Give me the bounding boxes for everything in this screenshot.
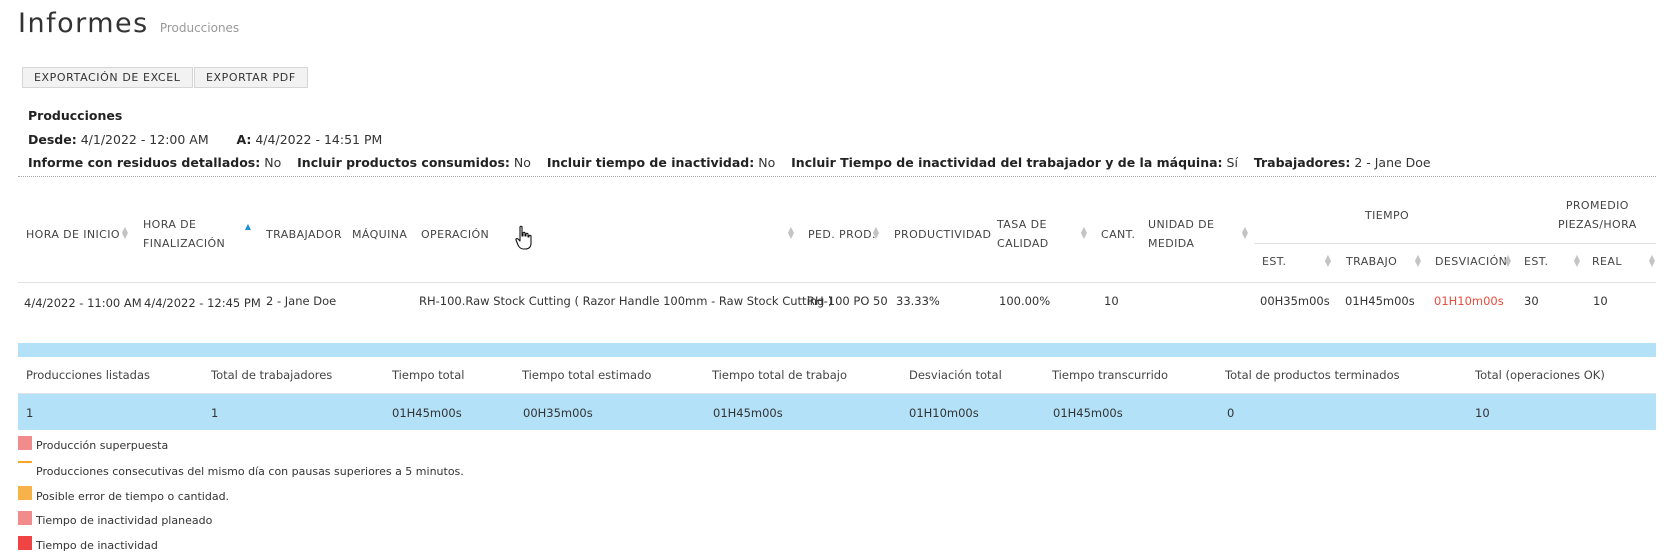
summary-header: Tiempo total estimado (522, 368, 652, 382)
cell-end: 4/4/2022 - 12:45 PM (144, 296, 261, 310)
legend-label: Tiempo de inactividad planeado (36, 514, 213, 527)
filter-label: Informe con residuos detallados: (28, 155, 261, 170)
summary-header: Total de trabajadores (211, 368, 333, 382)
summary-value: 1 (211, 406, 219, 420)
legend-label: Producción superpuesta (36, 439, 169, 452)
cell-quality: 100.00% (999, 294, 1051, 308)
page-header: Informes Producciones (18, 8, 239, 39)
cell-time-dev: 01H10m00s (1434, 294, 1504, 308)
legend-label: Producciones consecutivas del mismo día … (36, 465, 464, 478)
sort-icon[interactable]: ▲ ▼ (872, 226, 880, 240)
filter-value: No (264, 155, 282, 170)
export-excel-button[interactable]: EXPORTACIÓN DE EXCEL (22, 67, 193, 88)
summary-header: Producciones listadas (26, 368, 150, 382)
summary-value: 01H45m00s (392, 406, 462, 420)
summary-header: Desviación total (909, 368, 1002, 382)
hand-cursor-icon (515, 225, 532, 250)
legend-label: Posible error de tiempo o cantidad. (36, 490, 230, 503)
cell-avg-est: 30 (1524, 294, 1539, 308)
cell-productivity: 33.33% (896, 294, 940, 308)
col-header-avg-est[interactable]: EST. (1524, 252, 1548, 271)
sort-asc-icon[interactable]: ▲ (244, 223, 252, 231)
export-pdf-button[interactable]: EXPORTAR PDF (194, 67, 308, 88)
col-header-productivity[interactable]: PRODUCTIVIDAD (894, 225, 991, 244)
from-value: 4/1/2022 - 12:00 AM (80, 132, 209, 147)
col-group-time: TIEMPO (1365, 209, 1410, 222)
col-header-order[interactable]: PED. PROD. (808, 225, 876, 244)
cell-qty: 10 (1104, 294, 1119, 308)
legend-swatch-idle (18, 536, 32, 550)
filter-label: Incluir Tiempo de inactividad del trabaj… (791, 155, 1223, 170)
cell-operation: RH-100.Raw Stock Cutting ( Razor Handle … (419, 294, 833, 308)
header-bottom-border (18, 282, 1656, 283)
summary-value: 01H45m00s (1053, 406, 1123, 420)
col-group-avg: PROMEDIO PIEZAS/HORA (1558, 199, 1637, 231)
legend-swatch-error (18, 486, 32, 500)
summary-separator (18, 343, 1656, 357)
filter-label: Incluir productos consumidos: (297, 155, 510, 170)
legend-label: Tiempo de inactividad (36, 539, 158, 552)
summary-value: 10 (1475, 406, 1490, 420)
summary-value: 0 (1227, 406, 1235, 420)
col-header-operation[interactable]: OPERACIÓN (421, 225, 489, 244)
col-header-time-est[interactable]: EST. (1262, 252, 1286, 271)
filter-label: Incluir tiempo de inactividad: (546, 155, 755, 170)
to-value: 4/4/2022 - 14:51 PM (255, 132, 383, 147)
summary-value: 01H10m00s (909, 406, 979, 420)
summary-header: Total (operaciones OK) (1475, 368, 1605, 382)
page-title: Informes (18, 8, 149, 39)
col-header-unit[interactable]: UNIDAD DE MEDIDA (1148, 215, 1214, 253)
filter-value: 2 - Jane Doe (1354, 155, 1431, 170)
sort-icon[interactable]: ▲ ▼ (121, 226, 129, 240)
summary-header: Tiempo total (392, 368, 465, 382)
cell-worker: 2 - Jane Doe (266, 294, 337, 308)
col-header-time-work[interactable]: TRABAJO (1346, 252, 1397, 271)
legend-swatch-overlap (18, 436, 32, 450)
cell-start: 4/4/2022 - 11:00 AM (24, 296, 142, 310)
filter-value: No (513, 155, 531, 170)
summary-value: 1 (26, 406, 34, 420)
sort-icon[interactable]: ▲ ▼ (787, 226, 795, 240)
col-header-time-dev[interactable]: DESVIACIÓN (1435, 252, 1507, 271)
summary-row (18, 394, 1656, 430)
filter-value: Sí (1226, 155, 1238, 170)
cell-avg-real: 10 (1593, 294, 1608, 308)
from-label: Desde: (28, 132, 77, 147)
col-header-avg-real[interactable]: REAL (1592, 252, 1622, 271)
summary-header: Tiempo transcurrido (1052, 368, 1169, 382)
col-header-end[interactable]: HORA DE FINALIZACIÓN (143, 215, 225, 253)
page-subtitle: Producciones (159, 21, 240, 35)
divider (18, 176, 1656, 177)
to-label: A: (236, 132, 252, 147)
summary-header: Tiempo total de trabajo (712, 368, 847, 382)
cell-time-work: 01H45m00s (1345, 294, 1415, 308)
sort-icon[interactable]: ▲ ▼ (1241, 226, 1249, 240)
col-header-machine[interactable]: MÁQUINA (352, 225, 407, 244)
summary-value: 00H35m00s (523, 406, 593, 420)
sort-icon[interactable]: ▲ ▼ (1504, 254, 1512, 268)
group-divider (1254, 243, 1656, 244)
col-header-quality[interactable]: TASA DE CALIDAD (997, 215, 1049, 253)
filter-label: Trabajadores: (1253, 155, 1351, 170)
sort-icon[interactable]: ▲ ▼ (1414, 254, 1422, 268)
col-header-start[interactable]: HORA DE INICIO (26, 225, 120, 244)
cell-order: RH-100 PO 50 (807, 294, 888, 308)
filter-line: Informe con residuos detallados: No Incl… (28, 155, 1431, 170)
summary-value: 01H45m00s (713, 406, 783, 420)
filter-value: No (758, 155, 776, 170)
legend-swatch-planned-idle (18, 511, 32, 525)
report-heading: Producciones (28, 108, 123, 123)
cell-time-est: 00H35m00s (1260, 294, 1330, 308)
summary-header: Total de productos terminados (1225, 368, 1400, 382)
col-header-worker[interactable]: TRABAJADOR (266, 225, 342, 244)
legend-swatch-pause-line (18, 461, 32, 463)
sort-icon[interactable]: ▲ ▼ (1324, 254, 1332, 268)
sort-icon[interactable]: ▲ ▼ (1080, 226, 1088, 240)
sort-icon[interactable]: ▲ ▼ (1573, 254, 1581, 268)
col-header-qty[interactable]: CANT. (1101, 225, 1135, 244)
sort-icon[interactable]: ▲ ▼ (1648, 254, 1656, 268)
date-range: Desde: 4/1/2022 - 12:00 AM A: 4/4/2022 -… (28, 132, 382, 147)
